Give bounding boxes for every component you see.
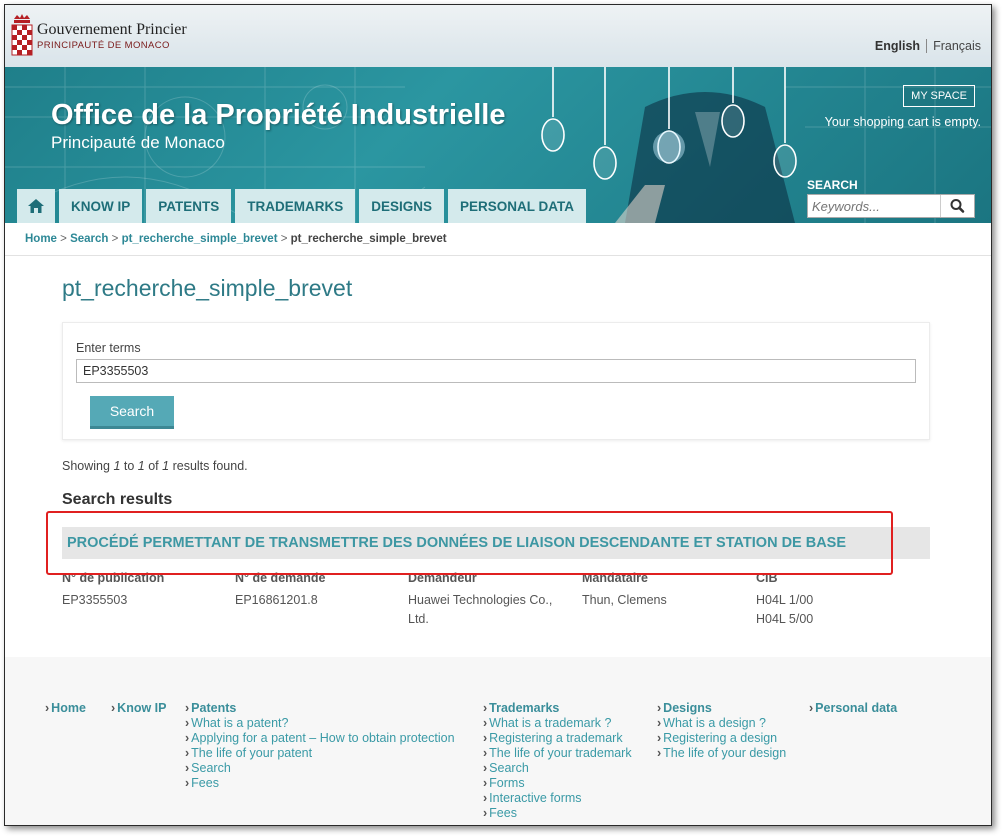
page-title: pt_recherche_simple_brevet — [62, 275, 353, 301]
footer-patents-link[interactable]: Patents — [191, 701, 236, 715]
footer-link[interactable]: Fees — [489, 806, 517, 820]
agent: Thun, Clemens — [582, 591, 667, 610]
publication-number: EP3355503 — [62, 591, 127, 610]
cib-codes: H04L 1/00 H04L 5/00 — [756, 591, 813, 629]
footer-link[interactable]: The life of your patent — [191, 746, 312, 760]
footer-link[interactable]: What is a design ? — [663, 716, 766, 730]
footer-link[interactable]: What is a trademark ? — [489, 716, 611, 730]
footer-link[interactable]: Registering a design — [663, 731, 777, 745]
footer-trademarks-link[interactable]: Trademarks — [489, 701, 559, 715]
count-post: results found. — [172, 459, 248, 473]
nav-trademarks[interactable]: TRADEMARKS — [235, 189, 356, 223]
nav-designs[interactable]: DESIGNS — [359, 189, 445, 223]
cell-value: H04L 5/00 — [756, 612, 814, 626]
count-of-word: of — [148, 459, 159, 473]
language-switcher: English Français — [874, 39, 981, 53]
site-subtitle: Principauté de Monaco — [51, 133, 225, 152]
count-pre: Showing — [62, 459, 110, 473]
breadcrumb-link[interactable]: pt_recherche_simple_brevet — [122, 233, 278, 245]
magnifier-icon — [950, 199, 965, 213]
lang-francais[interactable]: Français — [927, 39, 981, 53]
footer-col-designs: › Designs › What is a design ? › Registerin… — [657, 701, 787, 760]
search-button[interactable] — [940, 195, 974, 217]
footer-link[interactable]: Fees — [191, 776, 219, 790]
results-count: Showing 1 to 1 of 1 results found. — [62, 459, 248, 473]
search-box — [807, 194, 975, 218]
home-icon — [28, 199, 44, 213]
footer-link[interactable]: What is a patent? — [191, 716, 288, 730]
applicant: Huawei Technologies Co., Ltd. — [408, 591, 552, 629]
search-form: Enter terms Search — [62, 322, 930, 440]
search-submit-button[interactable]: Search — [90, 396, 174, 429]
browser-frame: Gouvernement Princier PRINCIPAUTÉ DE MON… — [4, 4, 992, 826]
nav-patents[interactable]: PATENTS — [146, 189, 232, 223]
terms-input[interactable] — [76, 359, 916, 383]
footer-col-personal-data: › Personal data — [809, 701, 898, 715]
nav-personal-data[interactable]: PERSONAL DATA — [448, 189, 587, 223]
cell-value: EP16861201.8 — [235, 593, 318, 607]
top-bar: Gouvernement Princier PRINCIPAUTÉ DE MON… — [5, 5, 991, 67]
breadcrumb-separator: > — [60, 233, 67, 245]
footer-link[interactable]: Search — [191, 761, 231, 775]
breadcrumb-search[interactable]: Search — [70, 233, 108, 245]
nav-know-ip[interactable]: KNOW IP — [59, 189, 143, 223]
footer-link[interactable]: Interactive forms — [489, 791, 581, 805]
breadcrumb-separator: > — [111, 233, 119, 245]
breadcrumb: Home > Search > pt_recherche_simple_brev… — [25, 233, 447, 245]
cell-value: EP3355503 — [62, 593, 128, 607]
monaco-crest-icon — [11, 14, 33, 56]
breadcrumb-separator: > — [280, 233, 288, 245]
search-label: SEARCH — [807, 178, 858, 192]
footer-col-know-ip: › Know IP — [111, 701, 167, 715]
cell-value: Huawei Technologies Co., — [408, 593, 553, 607]
divider — [5, 255, 991, 256]
count-from: 1 — [113, 459, 121, 473]
highlight-box — [46, 511, 893, 575]
my-space-button[interactable]: MY SPACE — [903, 85, 975, 107]
gov-subtitle: PRINCIPAUTÉ DE MONACO — [37, 40, 170, 51]
footer: › Home › Know IP › Patents › What is a paten… — [5, 657, 991, 825]
footer-link[interactable]: The life of your trademark — [489, 746, 631, 760]
breadcrumb-home[interactable]: Home — [25, 233, 57, 245]
footer-link[interactable]: Applying for a patent – How to obtain pr… — [191, 731, 454, 745]
cell-value: Ltd. — [408, 612, 429, 626]
footer-link[interactable]: Search — [489, 761, 529, 775]
gov-name[interactable]: Gouvernement Princier — [37, 21, 187, 39]
breadcrumb-current: pt_recherche_simple_brevet — [290, 233, 447, 245]
cell-value: H04L 1/00 — [756, 593, 814, 607]
footer-designs-link[interactable]: Designs — [663, 701, 712, 715]
cell-value: Thun, Clemens — [582, 593, 667, 607]
footer-link[interactable]: The life of your design — [663, 746, 786, 760]
footer-personal-data-link[interactable]: Personal data — [815, 701, 897, 715]
nav-home[interactable] — [17, 189, 55, 223]
site-title[interactable]: Office de la Propriété Industrielle — [51, 99, 505, 132]
terms-label: Enter terms — [76, 341, 141, 355]
footer-link[interactable]: Registering a trademark — [489, 731, 622, 745]
search-input[interactable] — [808, 195, 940, 217]
shopping-cart-status[interactable]: Your shopping cart is empty. — [825, 115, 981, 129]
footer-know-ip-link[interactable]: Know IP — [117, 701, 166, 715]
footer-home-link[interactable]: Home — [51, 701, 86, 715]
count-to-word: to — [123, 459, 135, 473]
main-nav: KNOW IP PATENTS TRADEMARKS DESIGNS PERSO… — [17, 189, 587, 223]
lang-english[interactable]: English — [874, 39, 928, 53]
banner: Office de la Propriété Industrielle Prin… — [5, 67, 991, 223]
results-heading: Search results — [62, 491, 173, 508]
footer-col-patents: › Patents › What is a patent? › Applying fo… — [185, 701, 455, 790]
count-total: 1 — [162, 459, 170, 473]
footer-link[interactable]: Forms — [489, 776, 524, 790]
count-to: 1 — [137, 459, 145, 473]
application-number: EP16861201.8 — [235, 591, 318, 610]
footer-col-home: › Home — [45, 701, 86, 715]
footer-col-trademarks: › Trademarks › What is a trademark ? › Regi… — [483, 701, 632, 820]
